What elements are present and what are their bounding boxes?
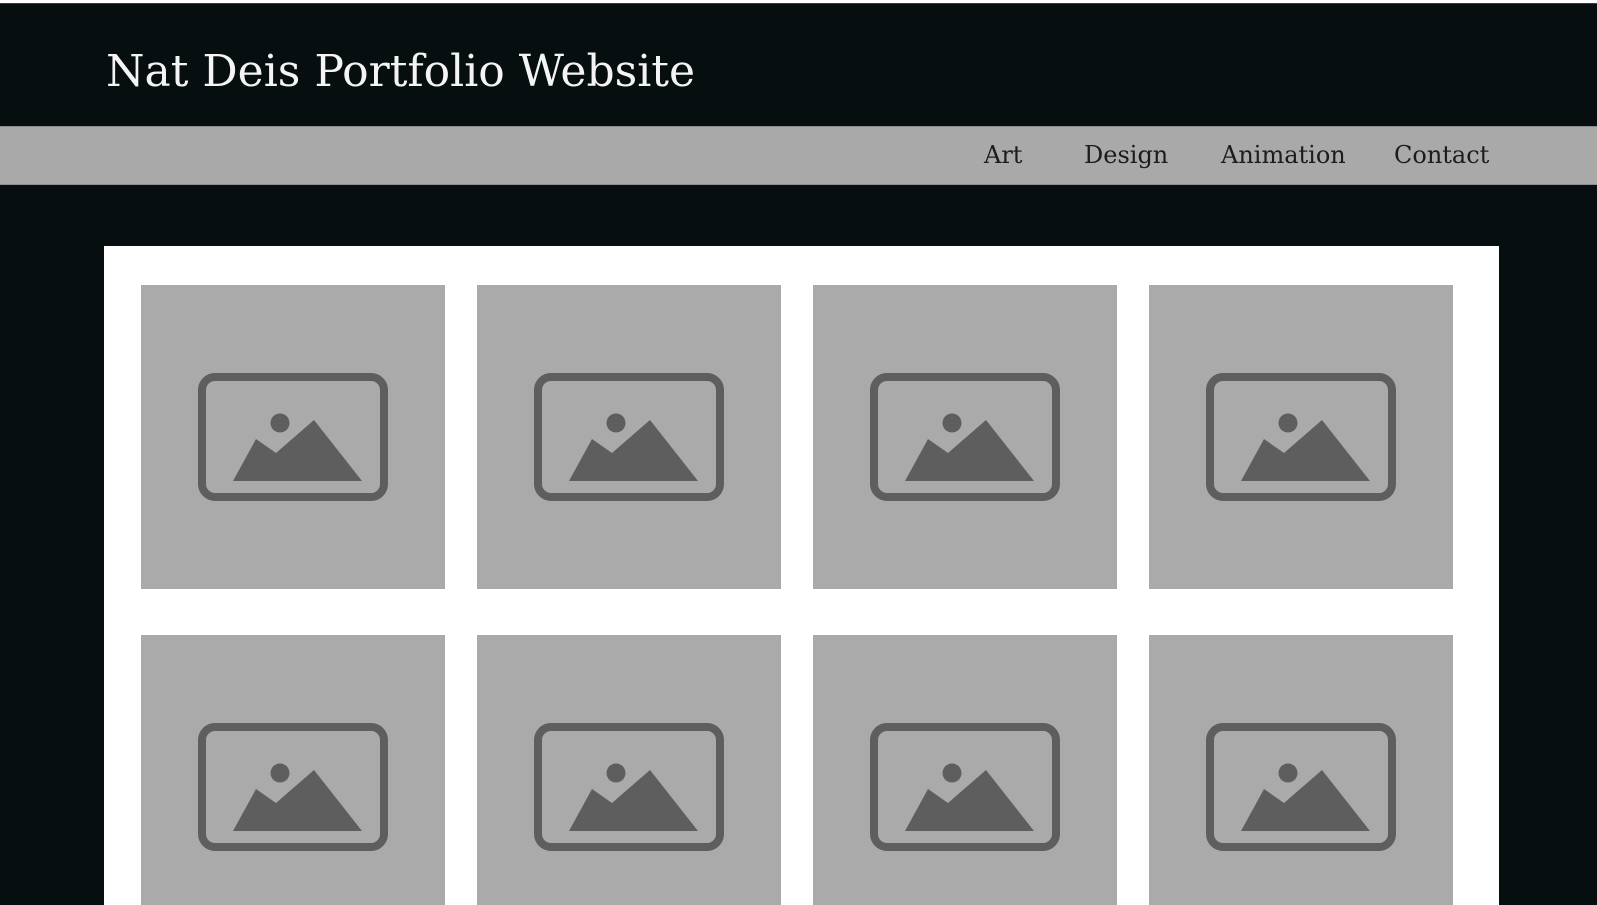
site-title: Nat Deis Portfolio Website <box>106 46 695 97</box>
nav-bar: Art Design Animation Contact <box>0 126 1597 185</box>
image-placeholder-icon <box>534 373 724 501</box>
image-placeholder-icon <box>870 723 1060 851</box>
gallery-tile[interactable] <box>1149 285 1453 589</box>
nav-item-art[interactable]: Art <box>984 127 1022 184</box>
gallery-tile[interactable] <box>1149 635 1453 905</box>
image-placeholder-icon <box>198 373 388 501</box>
gallery-tile[interactable] <box>813 635 1117 905</box>
nav-item-contact[interactable]: Contact <box>1394 127 1489 184</box>
image-placeholder-icon <box>534 723 724 851</box>
image-placeholder-icon <box>1206 723 1396 851</box>
page-frame: Nat Deis Portfolio Website Art Design An… <box>0 3 1597 905</box>
gallery-panel <box>104 246 1499 905</box>
gallery-tile[interactable] <box>477 285 781 589</box>
nav-item-animation[interactable]: Animation <box>1221 127 1346 184</box>
image-placeholder-icon <box>198 723 388 851</box>
image-placeholder-icon <box>870 373 1060 501</box>
image-placeholder-icon <box>1206 373 1396 501</box>
gallery-tile[interactable] <box>141 285 445 589</box>
gallery-tile[interactable] <box>813 285 1117 589</box>
gallery-tile[interactable] <box>141 635 445 905</box>
gallery-tile[interactable] <box>477 635 781 905</box>
nav-item-design[interactable]: Design <box>1084 127 1168 184</box>
